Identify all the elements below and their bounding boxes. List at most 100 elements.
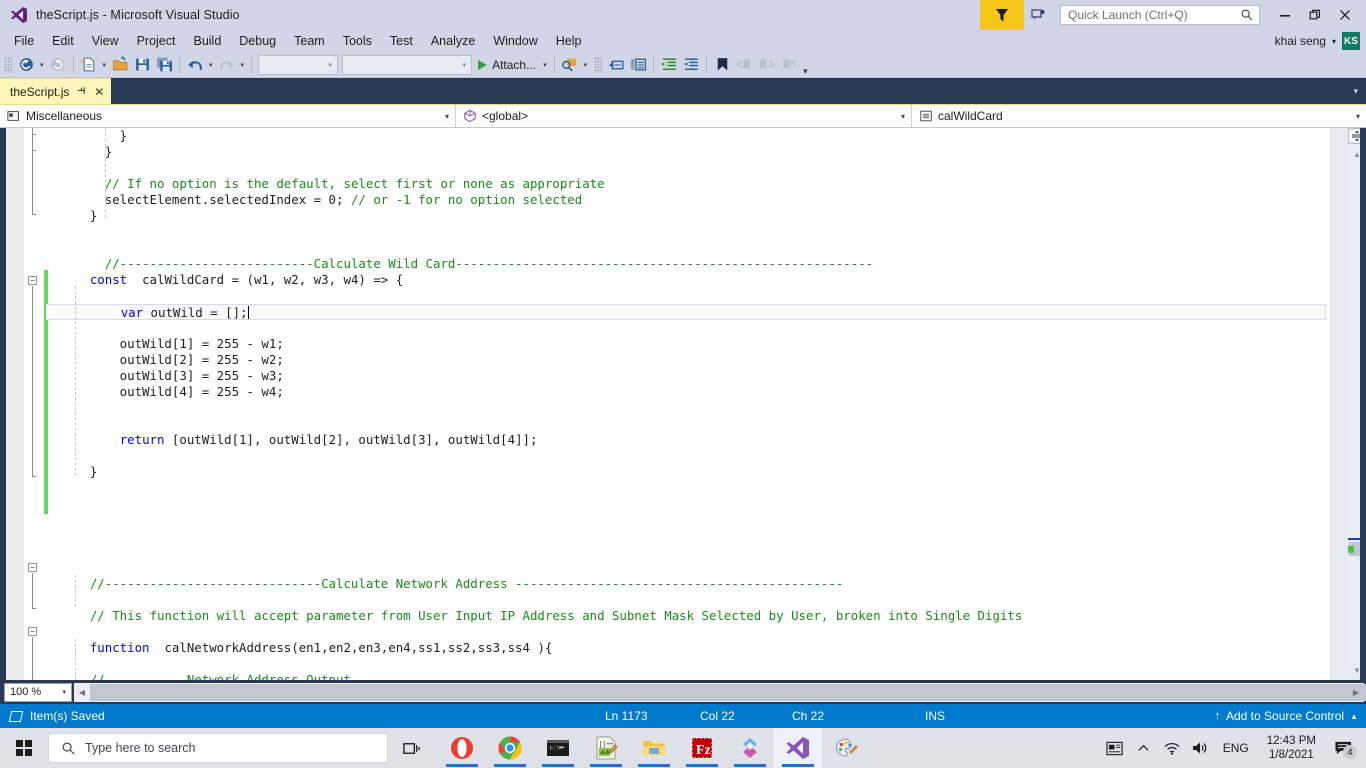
open-file-icon[interactable]	[109, 54, 131, 76]
chevron-down-icon[interactable]: ▾	[901, 112, 905, 121]
find-in-files-icon[interactable]	[559, 54, 581, 76]
add-to-source-control-button[interactable]: ↑ Add to Source Control ▲	[1215, 709, 1359, 723]
code-line[interactable]: outWild[3] = 255 - w3;	[46, 368, 1330, 384]
code-line[interactable]	[46, 512, 1330, 528]
code-line[interactable]	[46, 288, 1330, 304]
menu-item-analyze[interactable]: Analyze	[422, 32, 484, 50]
solution-platform-combo[interactable]: ▾	[342, 54, 473, 75]
pin-icon[interactable]	[76, 85, 87, 98]
hscrollbar-thumb[interactable]	[90, 683, 1366, 701]
menu-item-build[interactable]: Build	[184, 32, 230, 50]
filter-funnel-icon[interactable]	[980, 0, 1024, 30]
chevron-down-icon[interactable]: ▾	[445, 112, 449, 121]
menu-item-help[interactable]: Help	[547, 32, 591, 50]
previous-bookmark-icon[interactable]	[733, 54, 755, 76]
redo-dropdown[interactable]: ▾	[238, 61, 248, 69]
outlining-glyph-layer[interactable]: − − −	[24, 128, 48, 680]
save-all-icon[interactable]	[153, 54, 175, 76]
clear-bookmarks-icon[interactable]	[777, 54, 799, 76]
code-line[interactable]: selectElement.selectedIndex = 0; // or -…	[46, 192, 1330, 208]
send-feedback-icon[interactable]	[1024, 0, 1054, 30]
code-line[interactable]: }	[46, 464, 1330, 480]
code-line[interactable]	[46, 416, 1330, 432]
user-account-area[interactable]: khai seng ▾ KS	[1275, 30, 1360, 52]
taskbar-clock[interactable]: 12:43 PM 1/8/2021	[1259, 734, 1324, 762]
code-line[interactable]: outWild[4] = 255 - w4;	[46, 384, 1330, 400]
code-line[interactable]: outWild[1] = 255 - w1;	[46, 336, 1330, 352]
code-line[interactable]: const calWildCard = (w1, w2, w3, w4) => …	[46, 272, 1330, 288]
taskbar-app-opera-browser-icon[interactable]	[438, 728, 486, 768]
menu-item-view[interactable]: View	[83, 32, 128, 50]
speaker-volume-icon[interactable]	[1187, 728, 1213, 768]
navbar-project-dropdown[interactable]: Miscellaneous ▾	[0, 105, 456, 127]
code-line[interactable]: return [outWild[1], outWild[2], outWild[…	[46, 432, 1330, 448]
chevron-down-icon[interactable]: ▾	[463, 61, 472, 69]
show-hidden-icons-chevron[interactable]	[1131, 728, 1157, 768]
code-line[interactable]: //-----------------------------Calculate…	[46, 576, 1330, 592]
code-line[interactable]	[46, 656, 1330, 672]
action-center-icon[interactable]: 4	[1326, 728, 1360, 768]
attach-button[interactable]: Attach...	[474, 54, 540, 76]
tab-thescript-js[interactable]: theScript.js ✕	[0, 78, 112, 104]
code-line[interactable]: // If no option is the default, select f…	[46, 176, 1330, 192]
navbar-member-dropdown[interactable]: calWildCard ▾	[912, 105, 1366, 127]
code-line[interactable]: }	[46, 144, 1330, 160]
increase-indent-icon[interactable]	[658, 54, 680, 76]
code-line[interactable]: //--------------------------Calculate Wi…	[46, 256, 1330, 272]
input-language-label[interactable]: ENG	[1215, 741, 1257, 755]
menu-item-edit[interactable]: Edit	[43, 32, 83, 50]
close-icon[interactable]: ✕	[94, 86, 104, 98]
avatar[interactable]: KS	[1342, 32, 1360, 50]
taskbar-search-input[interactable]: Type here to search	[48, 733, 388, 763]
editor-indicator-margin[interactable]	[6, 128, 24, 680]
task-view-icon[interactable]	[388, 728, 434, 768]
scroll-right-button[interactable]: ▶	[1348, 683, 1364, 702]
code-line[interactable]	[46, 320, 1330, 336]
quick-launch-input[interactable]: Quick Launch (Ctrl+Q)	[1060, 5, 1260, 25]
uncomment-selection-icon[interactable]	[627, 54, 649, 76]
toolbar-grip-handle[interactable]	[4, 56, 12, 73]
taskbar-app-visual-studio-icon[interactable]	[774, 728, 822, 768]
code-line[interactable]	[46, 560, 1330, 576]
menu-item-file[interactable]: File	[5, 32, 43, 50]
code-line[interactable]	[46, 240, 1330, 256]
taskbar-app-filezilla-icon[interactable]: Fz	[678, 728, 726, 768]
code-line[interactable]	[46, 496, 1330, 512]
code-line[interactable]: outWild[2] = 255 - w2;	[46, 352, 1330, 368]
wifi-icon[interactable]	[1159, 728, 1185, 768]
code-line[interactable]	[46, 400, 1330, 416]
attach-dropdown[interactable]: ▾	[540, 61, 550, 69]
code-line[interactable]: //-----------Network Address Output ----…	[46, 672, 1330, 680]
news-and-interests-icon[interactable]	[1103, 728, 1129, 768]
toolbar-overflow-button[interactable]: ▾	[799, 66, 812, 77]
find-dropdown[interactable]: ▾	[581, 61, 591, 69]
code-line[interactable]	[46, 544, 1330, 560]
chevron-down-icon[interactable]: ▾	[57, 688, 66, 696]
maximize-restore-button[interactable]	[1300, 0, 1330, 30]
code-line[interactable]	[46, 224, 1330, 240]
minimize-button[interactable]	[1270, 0, 1300, 30]
collapse-region-button[interactable]: −	[28, 276, 37, 285]
chevron-down-icon[interactable]: ▾	[1332, 37, 1336, 46]
chevron-up-icon[interactable]: ▲	[1350, 712, 1358, 721]
code-line[interactable]: }	[46, 208, 1330, 224]
code-editor[interactable]: − − − } } // If no option is the default…	[0, 128, 1366, 680]
navbar-type-dropdown[interactable]: <global> ▾	[456, 105, 912, 127]
code-line[interactable]	[46, 480, 1330, 496]
chevron-down-icon[interactable]: ▾	[1356, 112, 1360, 121]
new-file-icon[interactable]	[78, 54, 100, 76]
taskbar-app-command-prompt-icon[interactable]: C:\>	[534, 728, 582, 768]
zoom-level-combo[interactable]: 100 % ▾	[4, 682, 72, 702]
menu-item-test[interactable]: Test	[381, 32, 422, 50]
comment-selection-icon[interactable]	[605, 54, 627, 76]
navigate-forward-icon[interactable]	[47, 54, 69, 76]
next-bookmark-icon[interactable]	[755, 54, 777, 76]
code-text-area[interactable]: } } // If no option is the default, sele…	[46, 128, 1330, 680]
tab-overflow-icon[interactable]: ▾	[1353, 86, 1358, 97]
taskbar-app-file-explorer-icon[interactable]	[630, 728, 678, 768]
save-icon[interactable]	[131, 54, 153, 76]
taskbar-app-notepad-plus-plus-icon[interactable]: []++	[582, 728, 630, 768]
navigate-backward-icon[interactable]	[15, 54, 37, 76]
code-line-current[interactable]: var outWild = [];	[46, 304, 1326, 320]
undo-dropdown[interactable]: ▾	[206, 61, 216, 69]
